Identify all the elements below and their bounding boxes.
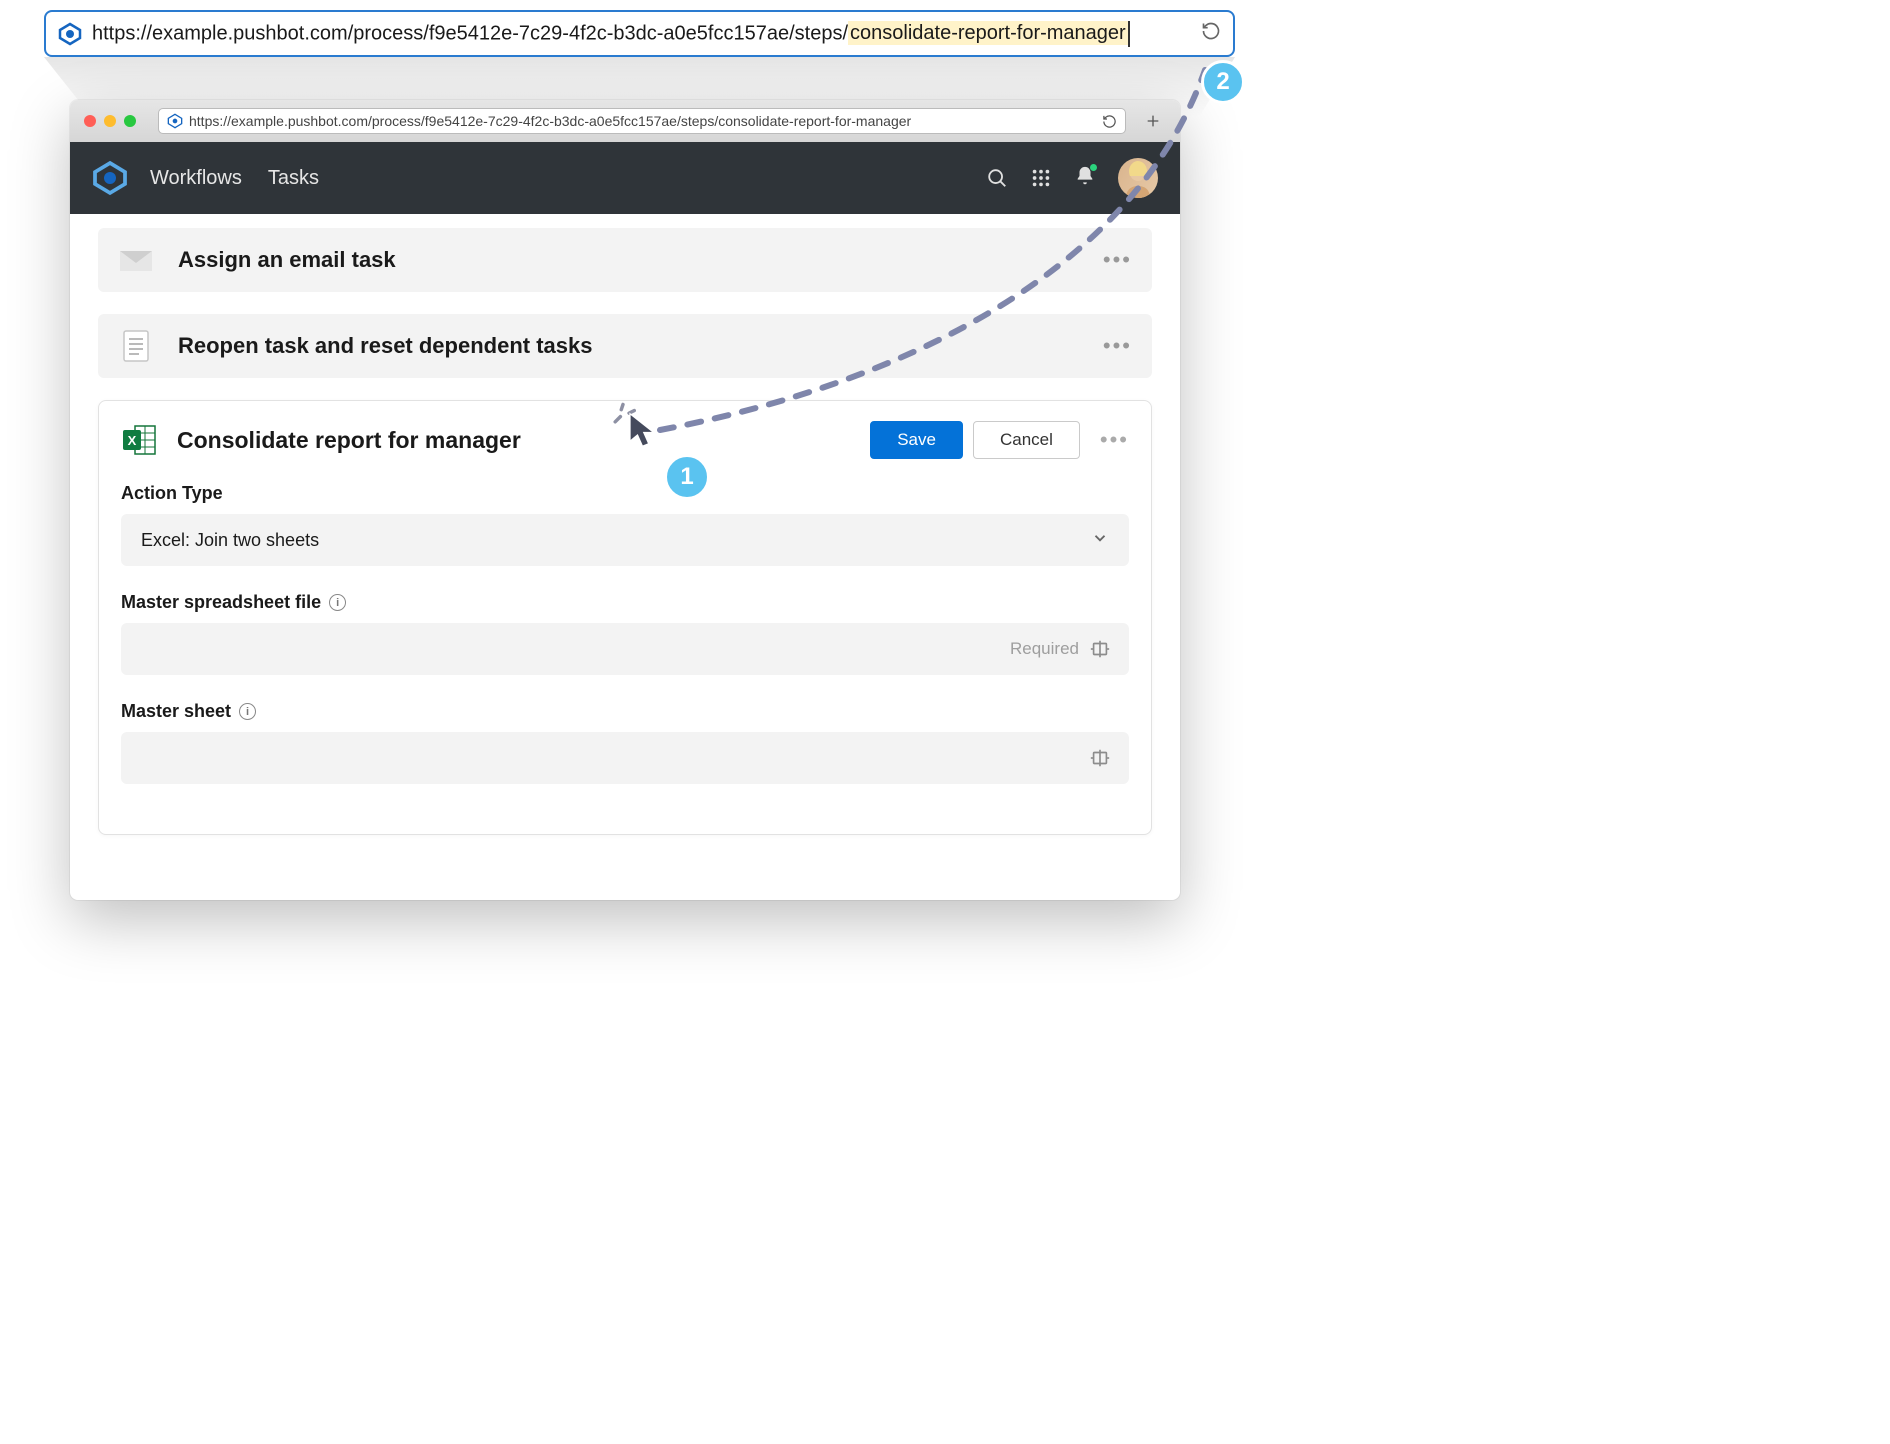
insert-variable-icon[interactable] [1089, 640, 1111, 658]
task-card-email[interactable]: Assign an email task ••• [98, 228, 1152, 292]
save-button[interactable]: Save [870, 421, 963, 459]
browser-url-bar[interactable]: https://example.pushbot.com/process/f9e5… [158, 108, 1126, 134]
new-tab-button[interactable] [1140, 108, 1166, 134]
document-icon [118, 328, 154, 364]
nav-tasks[interactable]: Tasks [268, 167, 319, 190]
zoomed-url-highlight: consolidate-report-for-manager [848, 21, 1128, 45]
traffic-light-minimize[interactable] [104, 115, 116, 127]
site-favicon-icon [58, 22, 82, 46]
browser-window: https://example.pushbot.com/process/f9e5… [70, 100, 1180, 900]
zoomed-url-bar: https://example.pushbot.com/process/f9e5… [44, 10, 1235, 57]
more-menu-icon[interactable]: ••• [1103, 247, 1132, 273]
action-type-select[interactable]: Excel: Join two sheets [121, 514, 1129, 566]
header-nav: Workflows Tasks [150, 167, 319, 190]
info-icon[interactable]: i [239, 703, 256, 720]
notifications-button[interactable] [1074, 165, 1096, 192]
traffic-light-maximize[interactable] [124, 115, 136, 127]
annotation-badge-2: 2 [1201, 60, 1245, 104]
task-card-consolidate: X Consolidate report for manager Save Ca… [98, 400, 1152, 835]
field-label-master-spreadsheet: Master spreadsheet file i [121, 592, 1129, 613]
task-title: Reopen task and reset dependent tasks [178, 333, 592, 359]
site-favicon-icon [167, 113, 183, 129]
chevron-down-icon [1091, 529, 1109, 552]
more-menu-icon[interactable]: ••• [1103, 333, 1132, 359]
field-label-master-sheet: Master sheet i [121, 701, 1129, 722]
master-sheet-input[interactable] [121, 732, 1129, 784]
cancel-button[interactable]: Cancel [973, 421, 1080, 459]
user-avatar[interactable] [1118, 158, 1158, 198]
svg-text:X: X [128, 433, 137, 448]
info-icon[interactable]: i [329, 594, 346, 611]
apps-grid-icon[interactable] [1030, 167, 1052, 189]
refresh-icon[interactable] [1201, 21, 1221, 46]
mouse-cursor-icon [625, 410, 665, 450]
email-icon [118, 242, 154, 278]
refresh-icon[interactable] [1102, 114, 1117, 129]
field-label-action-type: Action Type [121, 483, 1129, 504]
content-area: Assign an email task ••• Reopen task and… [70, 214, 1180, 849]
browser-url-text: https://example.pushbot.com/process/f9e5… [189, 113, 911, 129]
nav-workflows[interactable]: Workflows [150, 167, 242, 190]
app-logo-icon[interactable] [92, 160, 128, 196]
master-spreadsheet-input[interactable]: Required [121, 623, 1129, 675]
excel-icon: X [121, 422, 157, 458]
insert-variable-icon[interactable] [1089, 749, 1111, 767]
traffic-light-close[interactable] [84, 115, 96, 127]
main-card-title: Consolidate report for manager [177, 427, 521, 454]
app-header: Workflows Tasks [70, 142, 1180, 214]
notification-dot-icon [1089, 163, 1098, 172]
required-label: Required [1010, 639, 1079, 659]
zoomed-url-text: https://example.pushbot.com/process/f9e5… [92, 21, 1191, 47]
browser-tabbar: https://example.pushbot.com/process/f9e5… [70, 100, 1180, 142]
text-cursor-icon [1128, 21, 1130, 47]
search-icon[interactable] [986, 167, 1008, 189]
annotation-badge-1: 1 [664, 454, 710, 500]
action-type-value: Excel: Join two sheets [141, 530, 319, 551]
task-title: Assign an email task [178, 247, 396, 273]
more-menu-icon[interactable]: ••• [1100, 427, 1129, 453]
task-card-reopen[interactable]: Reopen task and reset dependent tasks ••… [98, 314, 1152, 378]
